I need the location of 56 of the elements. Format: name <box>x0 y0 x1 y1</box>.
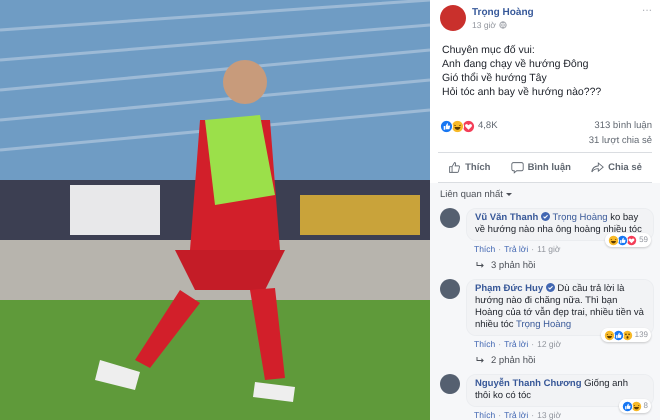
avatar[interactable] <box>440 5 466 31</box>
post-text-line: Chuyên mục đố vui: <box>442 43 536 57</box>
avatar[interactable] <box>440 279 460 299</box>
separator-dot: · <box>531 244 534 254</box>
speech-bubble-icon <box>510 161 524 174</box>
thumbs-up-icon <box>448 161 462 174</box>
sort-dropdown[interactable]: Liên quan nhất <box>440 189 512 200</box>
comment-text: Vũ Văn Thanh Trọng Hoàng ko bay về hướng nào nha ông hoàng nhiều tóc <box>475 212 643 236</box>
reply-arrow-icon <box>476 262 485 269</box>
share-count[interactable]: 31 lượt chia sẻ <box>588 135 652 146</box>
comment-text: Phạm Đức Huy Dù cầu trả lời là hướng nào đi chăng nữa. Thì bạn Hoàng của tớ vẫn đẹp trai, nhiều tiền và nhiều tóc Trọng Hoàng <box>475 283 645 331</box>
comment-button[interactable]: Bình luận <box>506 158 575 177</box>
separator-dot: · <box>498 410 502 420</box>
reaction-count[interactable]: 59 <box>639 234 648 246</box>
mention-link[interactable]: Trọng Hoàng <box>552 212 608 223</box>
reply-link[interactable]: Trả lời <box>504 410 528 420</box>
more-options-button[interactable]: ··· <box>642 5 652 16</box>
reaction-summary[interactable]: 8 <box>618 399 651 413</box>
reply-link[interactable]: Trả lời <box>504 339 528 349</box>
post-time[interactable]: 13 giờ <box>472 20 496 30</box>
reaction-count[interactable]: 4,8K <box>478 120 498 131</box>
avatar[interactable] <box>440 374 460 394</box>
like-button[interactable]: Thích <box>444 158 494 177</box>
post-text-line: Hỏi tóc anh bay về hướng nào??? <box>442 85 602 99</box>
reaction-count[interactable]: 139 <box>634 329 648 341</box>
reply-link[interactable]: Trả lời <box>504 244 528 254</box>
caret-icon <box>506 193 512 196</box>
separator-dot: · <box>498 339 502 349</box>
share-button[interactable]: Chia sẻ <box>587 158 646 177</box>
separator-dot: · <box>498 244 502 254</box>
separator-dot: · <box>531 410 534 420</box>
reaction-summary[interactable]: 59 <box>605 233 651 247</box>
comment-time[interactable]: 11 giờ <box>537 244 560 254</box>
view-replies-link[interactable]: 3 phản hồi <box>491 260 536 271</box>
like-link[interactable]: Thích <box>474 410 496 420</box>
reaction-count[interactable]: 8 <box>644 400 648 412</box>
separator-dot: · <box>531 339 534 349</box>
comment-count[interactable]: 313 bình luận <box>594 120 652 131</box>
post-text-line: Anh đang chạy về hướng Đông <box>442 57 590 71</box>
comment-time[interactable]: 12 giờ <box>537 339 562 349</box>
view-replies-link[interactable]: 2 phản hồi <box>491 355 536 366</box>
like-link[interactable]: Thích <box>474 244 496 254</box>
reaction-summary[interactable]: 139 <box>600 328 651 342</box>
like-link[interactable]: Thích <box>474 339 496 349</box>
commenter-name[interactable]: Nguyễn Thanh Chương <box>475 378 582 389</box>
avatar[interactable] <box>440 208 460 228</box>
comment-text: Nguyễn Thanh Chương Giống anh thôi ko có tóc <box>475 378 629 402</box>
mention-link[interactable]: Trọng Hoàng <box>516 319 572 330</box>
commenter-name[interactable]: Phạm Đức Huy <box>475 283 544 294</box>
comment-time[interactable]: 13 giờ <box>537 410 562 420</box>
author-name[interactable]: Trọng Hoàng <box>472 6 636 18</box>
globe-icon <box>499 20 508 28</box>
post-text-line: Gió thổi về hướng Tây <box>442 71 548 85</box>
share-arrow-icon <box>591 161 604 174</box>
reply-arrow-icon <box>476 357 485 364</box>
commenter-name[interactable]: Vũ Văn Thanh <box>475 212 538 223</box>
